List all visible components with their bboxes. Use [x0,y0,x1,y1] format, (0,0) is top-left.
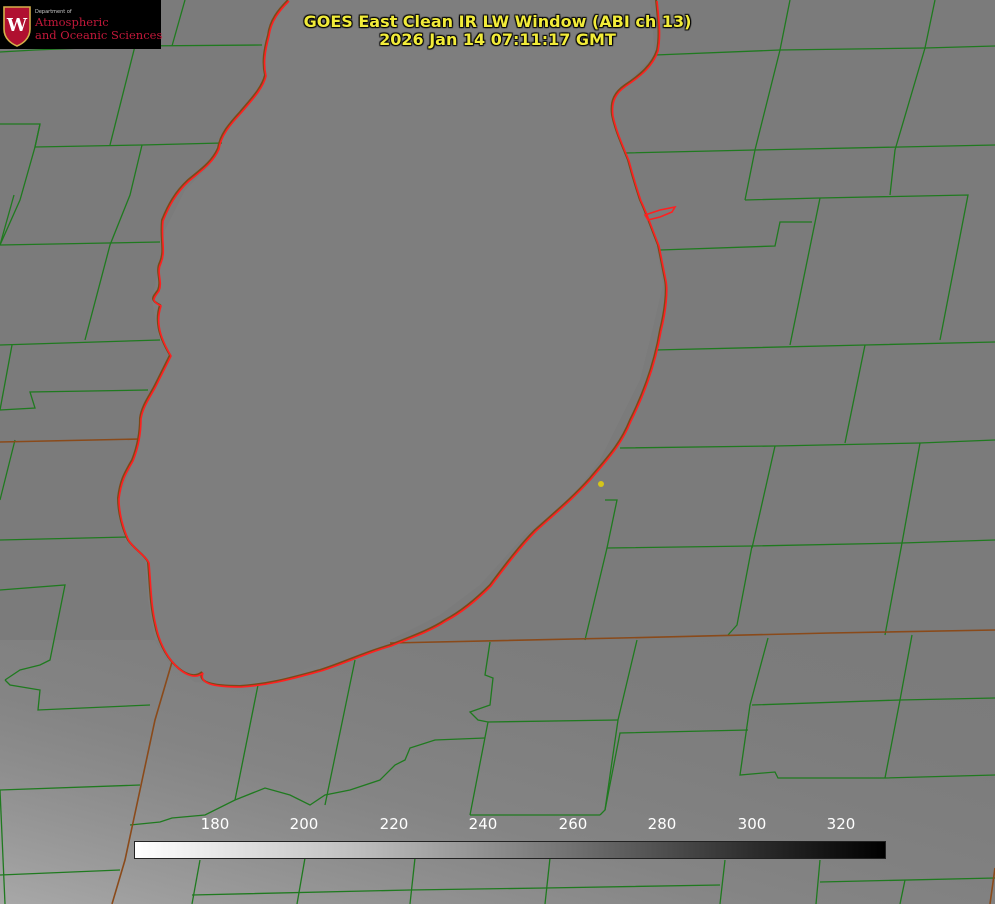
colorbar-tick-label: 220 [379,815,409,833]
warm-band-south [0,640,995,904]
colorbar-tick-label: 260 [558,815,588,833]
colorbar-tick-label: 320 [826,815,856,833]
colorbar-tick-label: 180 [200,815,230,833]
colorbar-tick-label: 300 [737,815,767,833]
colorbar-tick-label: 240 [468,815,498,833]
image-title: GOES East Clean IR LW Window (ABI ch 13) [303,12,692,31]
station-marker [598,481,604,487]
image-timestamp: 2026 Jan 14 07:11:17 GMT [379,30,616,49]
temperature-colorbar [134,841,886,859]
colorbar-tick-label: 200 [289,815,319,833]
satellite-map [0,0,995,904]
colorbar-tick-label: 280 [647,815,677,833]
